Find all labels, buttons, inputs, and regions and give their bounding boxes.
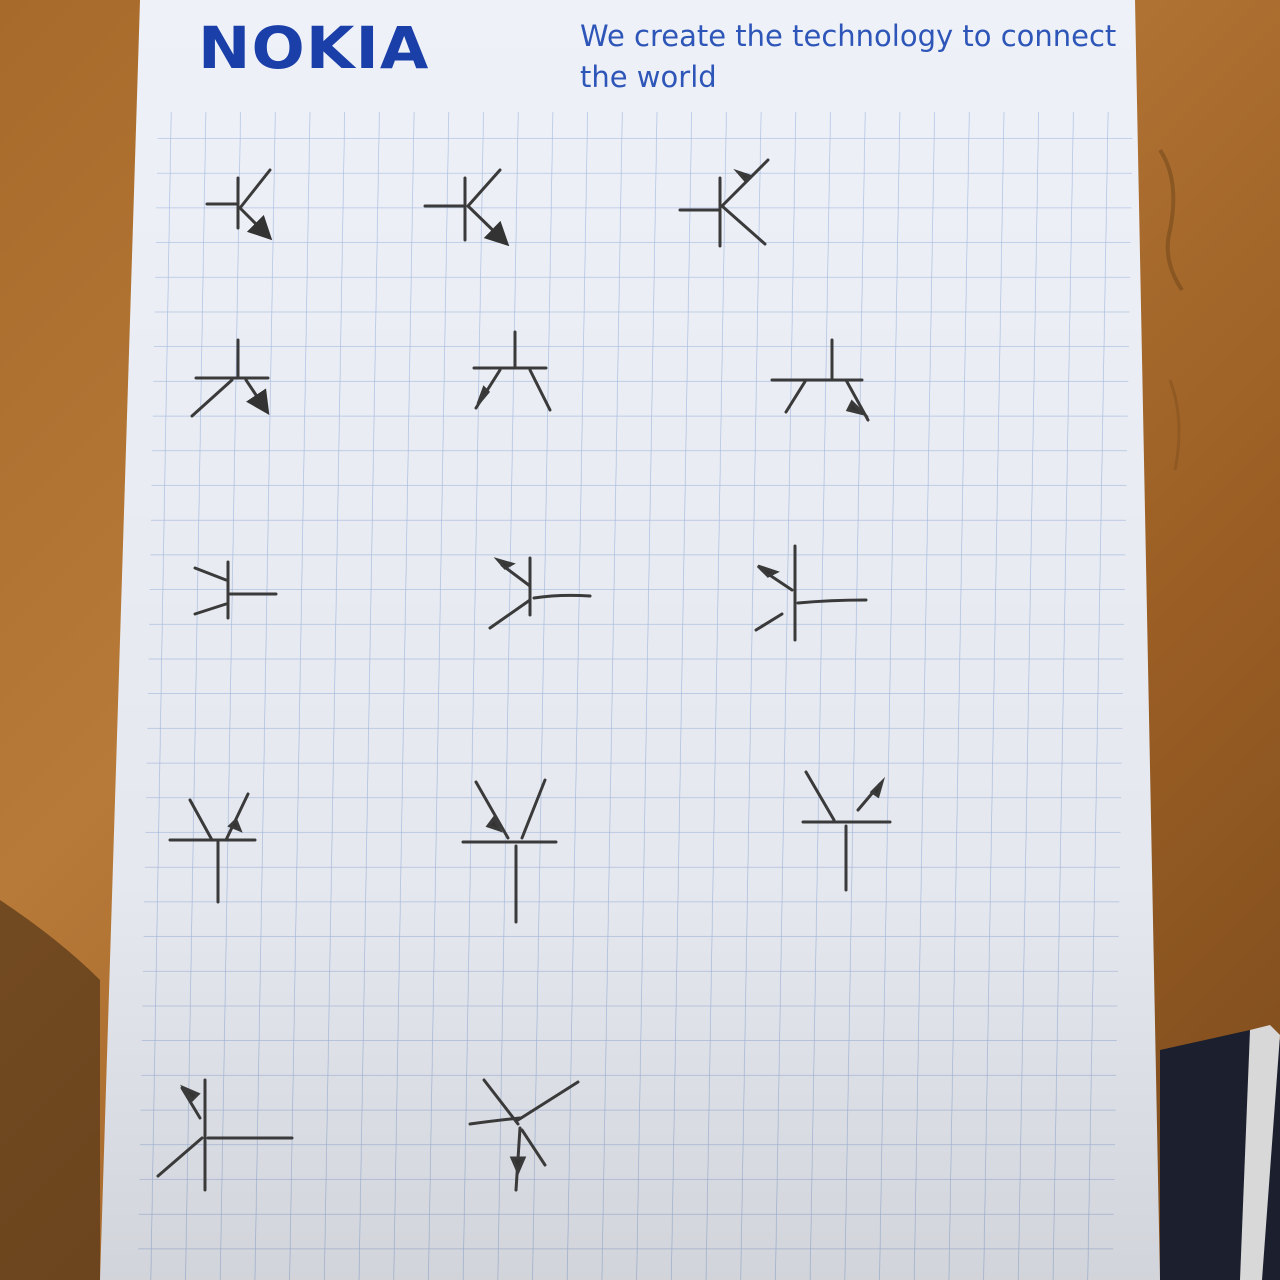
tagline: We create the technology to connect the … [580,16,1140,98]
tagline-line-1: We create the technology to connect [580,19,1117,53]
photo-scene [0,0,1280,1280]
paper-sheet [100,0,1160,1280]
nokia-logo: NOKIA [198,14,430,82]
dark-object [1160,1025,1280,1280]
tagline-line-2: the world [580,60,717,94]
